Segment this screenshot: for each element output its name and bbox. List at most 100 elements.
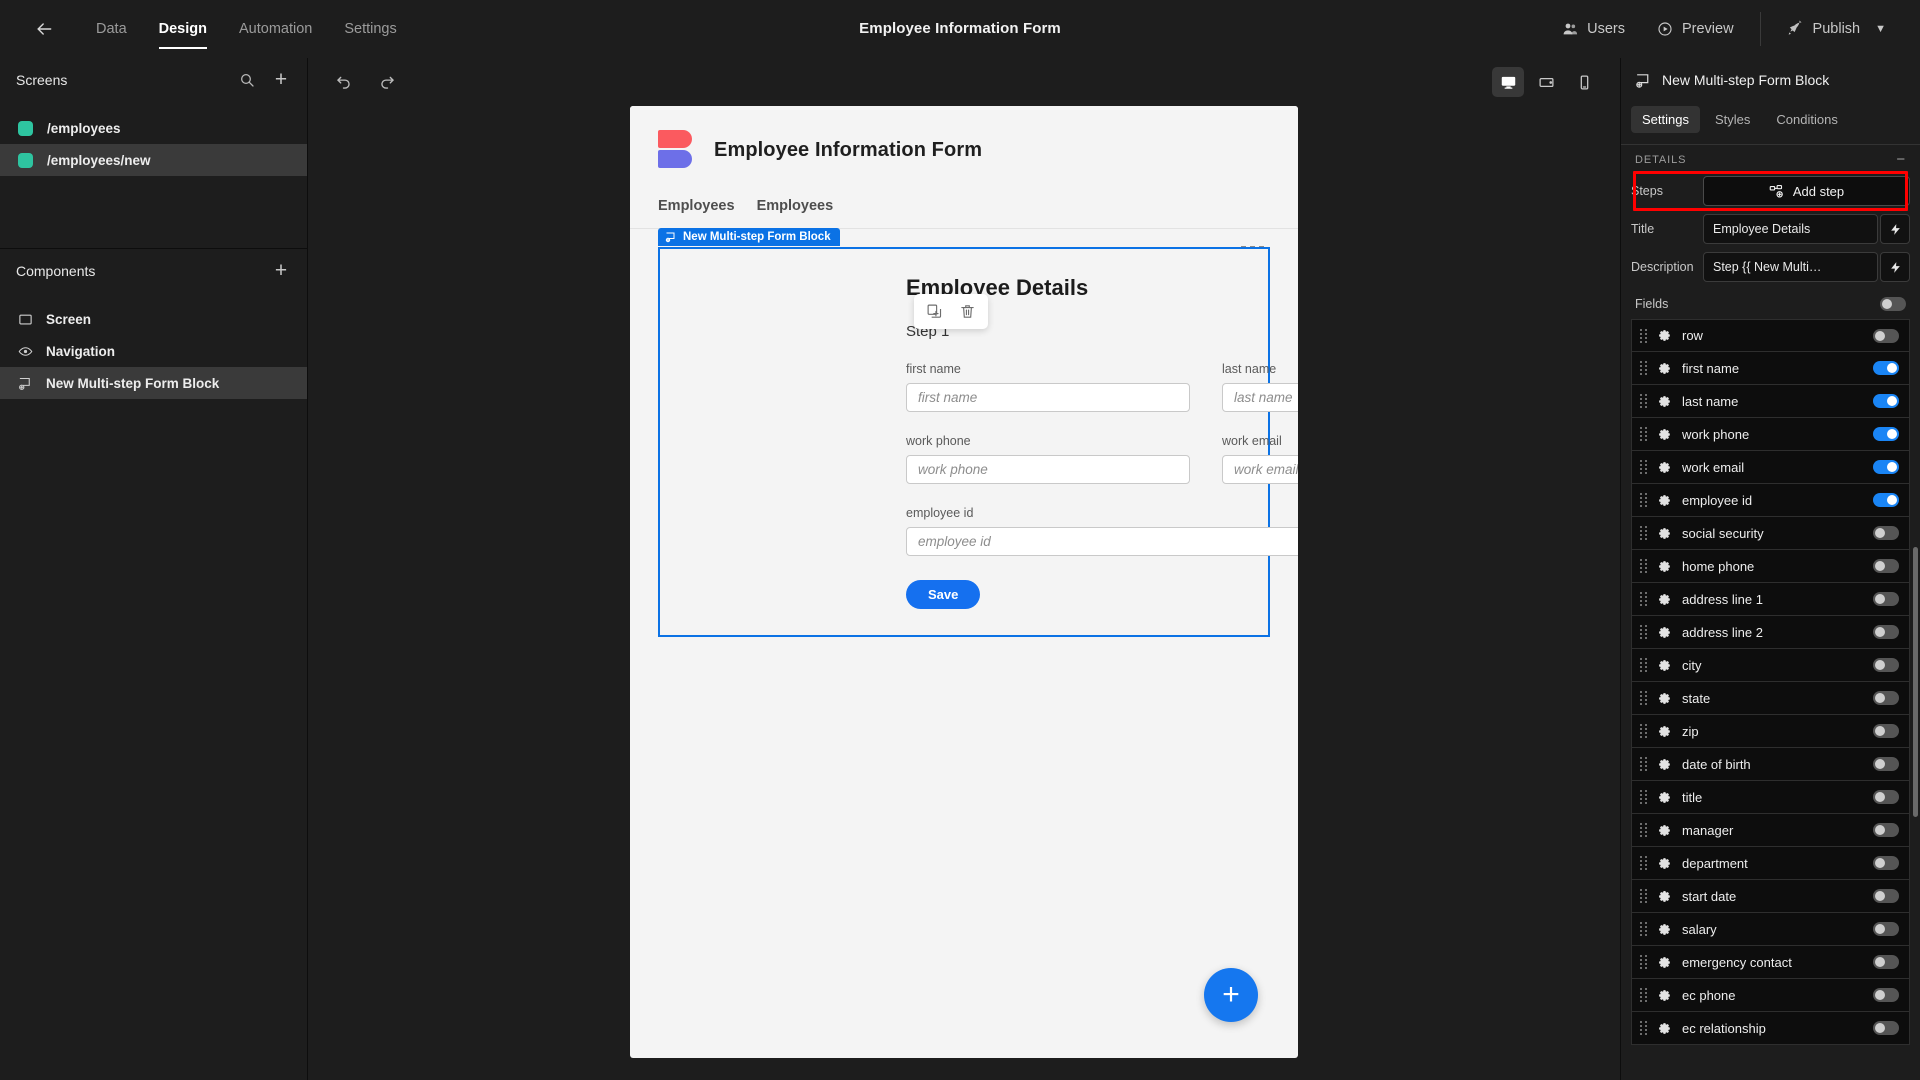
field-toggle[interactable] (1873, 427, 1899, 441)
drag-handle-icon[interactable] (1640, 658, 1647, 672)
preview-nav-link[interactable]: Employees (757, 198, 834, 214)
screen-item[interactable]: /employees/new (0, 144, 307, 176)
undo-button[interactable] (328, 67, 358, 97)
field-toggle[interactable] (1873, 526, 1899, 540)
field-row[interactable]: department (1631, 847, 1910, 880)
field-toggle[interactable] (1873, 889, 1899, 903)
drag-handle-icon[interactable] (1640, 394, 1647, 408)
field-toggle[interactable] (1873, 658, 1899, 672)
field-settings-button[interactable] (1657, 790, 1672, 805)
drag-handle-icon[interactable] (1640, 427, 1647, 441)
minus-icon[interactable]: − (1896, 152, 1906, 167)
component-item[interactable]: Screen (0, 303, 307, 335)
drag-handle-icon[interactable] (1640, 460, 1647, 474)
publish-button[interactable]: Publish ▼ (1771, 12, 1902, 46)
field-row[interactable]: ec phone (1631, 979, 1910, 1012)
employee-id-input[interactable] (906, 527, 1298, 556)
title-binding-button[interactable] (1880, 214, 1910, 244)
top-nav-item-settings[interactable]: Settings (328, 0, 412, 57)
field-toggle[interactable] (1873, 328, 1899, 343)
add-component-button[interactable]: + (271, 260, 291, 281)
field-toggle[interactable] (1873, 361, 1899, 375)
field-settings-button[interactable] (1657, 823, 1672, 838)
drag-handle-icon[interactable] (1640, 559, 1647, 573)
preview-button[interactable]: Preview (1641, 12, 1750, 46)
field-settings-button[interactable] (1657, 493, 1672, 508)
field-row[interactable]: work email (1631, 451, 1910, 484)
field-toggle[interactable] (1873, 1021, 1899, 1035)
delete-button[interactable] (959, 303, 976, 320)
field-settings-button[interactable] (1657, 658, 1672, 673)
field-toggle[interactable] (1873, 856, 1899, 870)
field-toggle[interactable] (1873, 394, 1899, 408)
field-settings-button[interactable] (1657, 856, 1672, 871)
field-row[interactable]: employee id (1631, 484, 1910, 517)
field-settings-button[interactable] (1657, 889, 1672, 904)
field-toggle[interactable] (1873, 823, 1899, 837)
field-row[interactable]: city (1631, 649, 1910, 682)
component-item[interactable]: New Multi-step Form Block (0, 367, 307, 399)
component-item[interactable]: Navigation (0, 335, 307, 367)
field-toggle[interactable] (1873, 493, 1899, 507)
drag-handle-icon[interactable] (1640, 889, 1647, 903)
field-row[interactable]: address line 1 (1631, 583, 1910, 616)
field-toggle[interactable] (1873, 625, 1899, 639)
users-button[interactable]: Users (1546, 12, 1641, 46)
description-binding-button[interactable] (1880, 252, 1910, 282)
field-toggle[interactable] (1873, 757, 1899, 771)
field-row[interactable]: date of birth (1631, 748, 1910, 781)
drag-handle-icon[interactable] (1640, 526, 1647, 540)
field-toggle[interactable] (1873, 460, 1899, 474)
tab-settings[interactable]: Settings (1631, 105, 1700, 133)
field-row[interactable]: home phone (1631, 550, 1910, 583)
duplicate-button[interactable] (926, 303, 943, 320)
preview-nav-link[interactable]: Employees (658, 198, 735, 214)
field-row[interactable]: address line 2 (1631, 616, 1910, 649)
top-nav-item-design[interactable]: Design (143, 0, 223, 57)
drag-handle-icon[interactable] (1640, 790, 1647, 804)
field-toggle[interactable] (1873, 559, 1899, 573)
tab-conditions[interactable]: Conditions (1765, 106, 1848, 133)
field-row[interactable]: last name (1631, 385, 1910, 418)
first-name-input[interactable] (906, 383, 1190, 412)
field-settings-button[interactable] (1657, 592, 1672, 607)
field-toggle[interactable] (1873, 724, 1899, 738)
fields-list[interactable]: row first name last name work phone work… (1621, 319, 1920, 1080)
details-section-header[interactable]: DETAILS − (1621, 145, 1920, 175)
tab-styles[interactable]: Styles (1704, 106, 1761, 133)
drag-handle-icon[interactable] (1640, 328, 1647, 343)
field-row[interactable]: state (1631, 682, 1910, 715)
drag-handle-icon[interactable] (1640, 955, 1647, 969)
field-row[interactable]: manager (1631, 814, 1910, 847)
field-row[interactable]: start date (1631, 880, 1910, 913)
description-input[interactable]: Step {{ New Multi… (1703, 252, 1878, 282)
drag-handle-icon[interactable] (1640, 856, 1647, 870)
drag-handle-icon[interactable] (1640, 691, 1647, 705)
redo-button[interactable] (372, 67, 402, 97)
field-settings-button[interactable] (1657, 625, 1672, 640)
field-settings-button[interactable] (1657, 724, 1672, 739)
field-row[interactable]: social security (1631, 517, 1910, 550)
fields-master-toggle[interactable] (1880, 297, 1906, 311)
drag-handle-icon[interactable] (1640, 625, 1647, 639)
top-nav-item-data[interactable]: Data (80, 0, 143, 57)
field-settings-button[interactable] (1657, 361, 1672, 376)
work-phone-input[interactable] (906, 455, 1190, 484)
field-row[interactable]: zip (1631, 715, 1910, 748)
drag-handle-icon[interactable] (1640, 988, 1647, 1002)
field-settings-button[interactable] (1657, 328, 1672, 343)
last-name-input[interactable] (1222, 383, 1298, 412)
field-settings-button[interactable] (1657, 691, 1672, 706)
add-screen-button[interactable]: + (271, 69, 291, 90)
add-component-fab[interactable]: + (1204, 968, 1258, 1022)
drag-handle-icon[interactable] (1640, 724, 1647, 738)
chevron-down-icon[interactable]: ▼ (1875, 23, 1886, 35)
field-row[interactable]: title (1631, 781, 1910, 814)
device-desktop-button[interactable] (1492, 67, 1524, 97)
field-settings-button[interactable] (1657, 1021, 1672, 1036)
field-settings-button[interactable] (1657, 526, 1672, 541)
drag-handle-icon[interactable] (1640, 592, 1647, 606)
field-settings-button[interactable] (1657, 559, 1672, 574)
device-mobile-button[interactable] (1568, 67, 1600, 97)
field-settings-button[interactable] (1657, 757, 1672, 772)
